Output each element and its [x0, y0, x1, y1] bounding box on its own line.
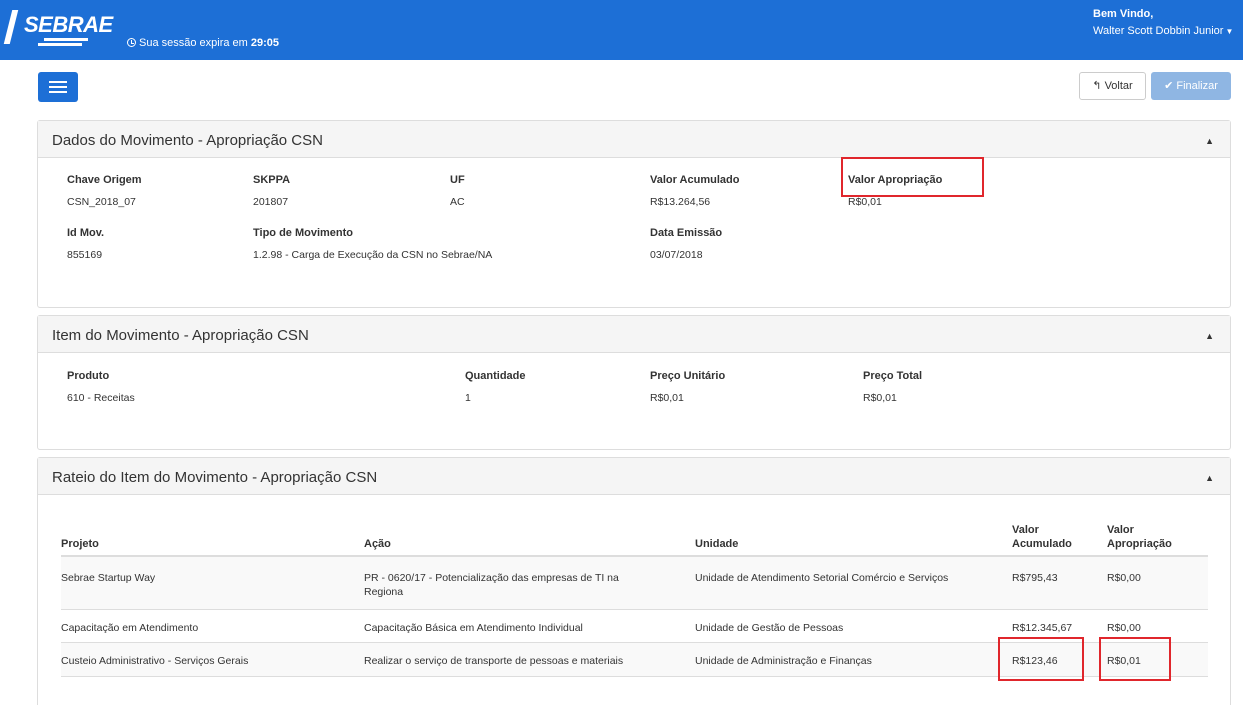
quantidade-value: 1: [465, 392, 471, 404]
row-unidade: Unidade de Gestão de Pessoas: [695, 622, 844, 634]
reply-arrow-icon: ↰: [1092, 80, 1102, 92]
data-emissao-label: Data Emissão: [650, 227, 723, 239]
voltar-button[interactable]: ↰ Voltar: [1079, 72, 1146, 100]
session-timer: Sua sessão expira em 29:05: [127, 37, 279, 49]
session-prefix: Sua sessão expira em: [139, 37, 248, 49]
quantidade-label: Quantidade: [465, 370, 526, 382]
chevron-up-icon[interactable]: ▲: [1205, 136, 1214, 146]
col-header-acao: Ação: [364, 538, 391, 550]
chevron-up-icon[interactable]: ▲: [1205, 331, 1214, 341]
chave-origem-value: CSN_2018_07: [67, 196, 136, 208]
preco-unitario-value: R$0,01: [650, 392, 684, 404]
highlight-row-valor-acumulado: [998, 637, 1084, 681]
panel-title: Rateio do Item do Movimento - Apropriaçã…: [52, 469, 378, 486]
row-acao: PR - 0620/17 - Potencialização das empre…: [364, 572, 619, 598]
col-header-projeto: Projeto: [61, 538, 99, 550]
top-bar: SEBRAE Sua sessão expira em 29:05 Bem Vi…: [0, 0, 1243, 60]
check-icon: ✔: [1164, 80, 1174, 92]
logo-slash: [3, 10, 19, 44]
row-acao: Capacitação Básica em Atendimento Indivi…: [364, 622, 583, 634]
row-valor-acumulado: R$12.345,67: [1012, 622, 1073, 634]
row-valor-acumulado: R$795,43: [1012, 572, 1058, 584]
menu-icon: [49, 81, 67, 83]
finalizar-label: Finalizar: [1176, 80, 1218, 92]
preco-total-label: Preço Total: [863, 370, 923, 382]
uf-value: AC: [450, 196, 465, 208]
data-emissao-value: 03/07/2018: [650, 249, 703, 261]
finalizar-button[interactable]: ✔ Finalizar: [1151, 72, 1231, 100]
panel-title: Item do Movimento - Apropriação CSN: [52, 327, 309, 344]
valor-apropriacao-value: R$0,01: [848, 196, 882, 208]
valor-acumulado-label: Valor Acumulado: [650, 174, 740, 186]
col-header-valor-apropriacao: Valor Apropriação: [1107, 524, 1172, 550]
logo-text: SEBRAE: [24, 12, 113, 37]
uf-label: UF: [450, 174, 465, 186]
session-time: 29:05: [250, 37, 280, 49]
tipo-movimento-value: 1.2.98 - Carga de Execução da CSN no Seb…: [253, 249, 493, 261]
row-unidade: Unidade de Atendimento Setorial Comércio…: [695, 572, 949, 584]
user-name-row: Walter Scott Dobbin Junior ▼: [1093, 23, 1233, 40]
panel-item-movimento: Item do Movimento - Apropriação CSN ▲ Pr…: [37, 315, 1231, 450]
col-header-valor-acumulado: Valor Acumulado: [1012, 524, 1072, 550]
voltar-label: Voltar: [1104, 80, 1133, 92]
row-projeto: Capacitação em Atendimento: [61, 622, 199, 634]
row-valor-apropriacao: R$0,00: [1107, 622, 1141, 634]
hamburger-menu-button[interactable]: [38, 72, 78, 102]
highlight-row-valor-apropriacao: [1099, 637, 1171, 681]
clock-icon: [127, 38, 136, 47]
panel-dados-movimento: Dados do Movimento - Apropriação CSN ▲ C…: [37, 120, 1231, 308]
chave-origem-label: Chave Origem: [67, 174, 142, 186]
panel-header: Rateio do Item do Movimento - Apropriaçã…: [38, 458, 1230, 495]
row-projeto: Sebrae Startup Way: [61, 572, 156, 584]
sebrae-logo[interactable]: SEBRAE: [3, 10, 116, 50]
tipo-movimento-label: Tipo de Movimento: [253, 227, 354, 239]
row-unidade: Unidade de Administração e Finanças: [695, 655, 872, 667]
skppa-value: 201807: [253, 196, 289, 208]
caret-down-icon: ▼: [1225, 27, 1234, 36]
produto-label: Produto: [67, 370, 110, 382]
produto-value: 610 - Receitas: [67, 392, 135, 404]
panel-title: Dados do Movimento - Apropriação CSN: [52, 132, 323, 149]
row-projeto: Custeio Administrativo - Serviços Gerais: [61, 655, 249, 667]
valor-acumulado-value: R$13.264,56: [650, 196, 711, 208]
highlight-valor-apropriacao: [841, 157, 984, 197]
user-menu[interactable]: Bem Vindo, Walter Scott Dobbin Junior ▼: [1093, 6, 1233, 40]
chevron-up-icon[interactable]: ▲: [1205, 473, 1214, 483]
row-acao: Realizar o serviço de transporte de pess…: [364, 655, 624, 667]
row-valor-apropriacao: R$0,00: [1107, 572, 1141, 584]
skppa-label: SKPPA: [253, 174, 291, 186]
col-header-unidade: Unidade: [695, 538, 739, 550]
welcome-label: Bem Vindo,: [1093, 8, 1154, 20]
id-mov-value: 855169: [67, 249, 103, 261]
user-name: Walter Scott Dobbin Junior: [1093, 25, 1224, 37]
panel-header: Dados do Movimento - Apropriação CSN ▲: [38, 121, 1230, 158]
panel-header: Item do Movimento - Apropriação CSN ▲: [38, 316, 1230, 353]
preco-unitario-label: Preço Unitário: [650, 370, 726, 382]
preco-total-value: R$0,01: [863, 392, 897, 404]
id-mov-label: Id Mov.: [67, 227, 105, 239]
